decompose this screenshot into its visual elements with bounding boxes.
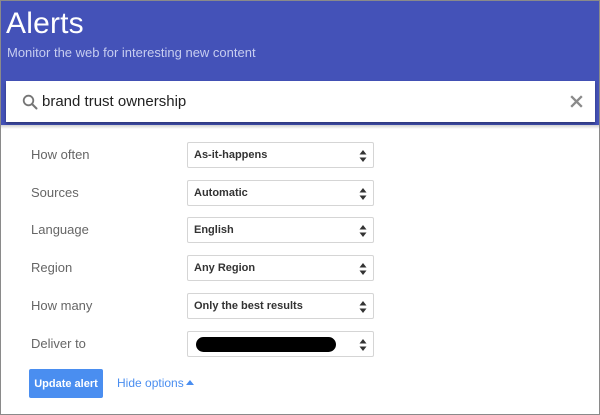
option-row-deliver-to: Deliver to bbox=[31, 331, 376, 357]
language-value: English bbox=[194, 224, 234, 236]
option-row-sources: Sources Automatic bbox=[31, 180, 376, 206]
search-bar bbox=[6, 81, 595, 122]
region-value: Any Region bbox=[194, 262, 256, 274]
sources-select[interactable]: Automatic bbox=[187, 180, 374, 206]
header-bar: Alerts Monitor the web for interesting n… bbox=[1, 1, 599, 125]
updown-arrows-icon bbox=[359, 263, 367, 275]
update-alert-button[interactable]: Update alert bbox=[29, 369, 103, 398]
close-icon[interactable] bbox=[568, 93, 585, 110]
option-row-language: Language English bbox=[31, 217, 376, 243]
updown-arrows-icon bbox=[359, 188, 367, 200]
redacted-email bbox=[196, 337, 336, 352]
option-row-how-often: How often As-it-happens bbox=[31, 142, 376, 168]
header-shadow bbox=[1, 125, 599, 129]
option-label-deliver-to: Deliver to bbox=[31, 336, 86, 351]
search-input[interactable] bbox=[42, 90, 542, 112]
how-many-value: Only the best results bbox=[194, 300, 303, 312]
updown-arrows-icon bbox=[359, 225, 367, 237]
page-title: Alerts bbox=[6, 7, 84, 40]
option-row-how-many: How many Only the best results bbox=[31, 293, 376, 319]
caret-up-icon[interactable] bbox=[186, 380, 194, 385]
updown-arrows-icon bbox=[359, 150, 367, 162]
option-label-how-many: How many bbox=[31, 298, 93, 313]
option-label-how-often: How often bbox=[31, 147, 90, 162]
how-often-value: As-it-happens bbox=[194, 149, 268, 161]
option-label-region: Region bbox=[31, 260, 73, 275]
alerts-window: Alerts Monitor the web for interesting n… bbox=[0, 0, 600, 415]
option-label-language: Language bbox=[31, 222, 89, 237]
how-many-select[interactable]: Only the best results bbox=[187, 293, 374, 319]
hide-options-link[interactable]: Hide options bbox=[117, 376, 184, 390]
search-icon bbox=[22, 94, 38, 110]
region-select[interactable]: Any Region bbox=[187, 255, 374, 281]
updown-arrows-icon bbox=[359, 339, 367, 351]
sources-value: Automatic bbox=[194, 187, 248, 199]
option-label-sources: Sources bbox=[31, 185, 79, 200]
how-often-select[interactable]: As-it-happens bbox=[187, 142, 374, 168]
updown-arrows-icon bbox=[359, 301, 367, 313]
page-subtitle: Monitor the web for interesting new cont… bbox=[7, 45, 256, 60]
language-select[interactable]: English bbox=[187, 217, 374, 243]
option-row-region: Region Any Region bbox=[31, 255, 376, 281]
deliver-to-select[interactable] bbox=[187, 331, 374, 357]
